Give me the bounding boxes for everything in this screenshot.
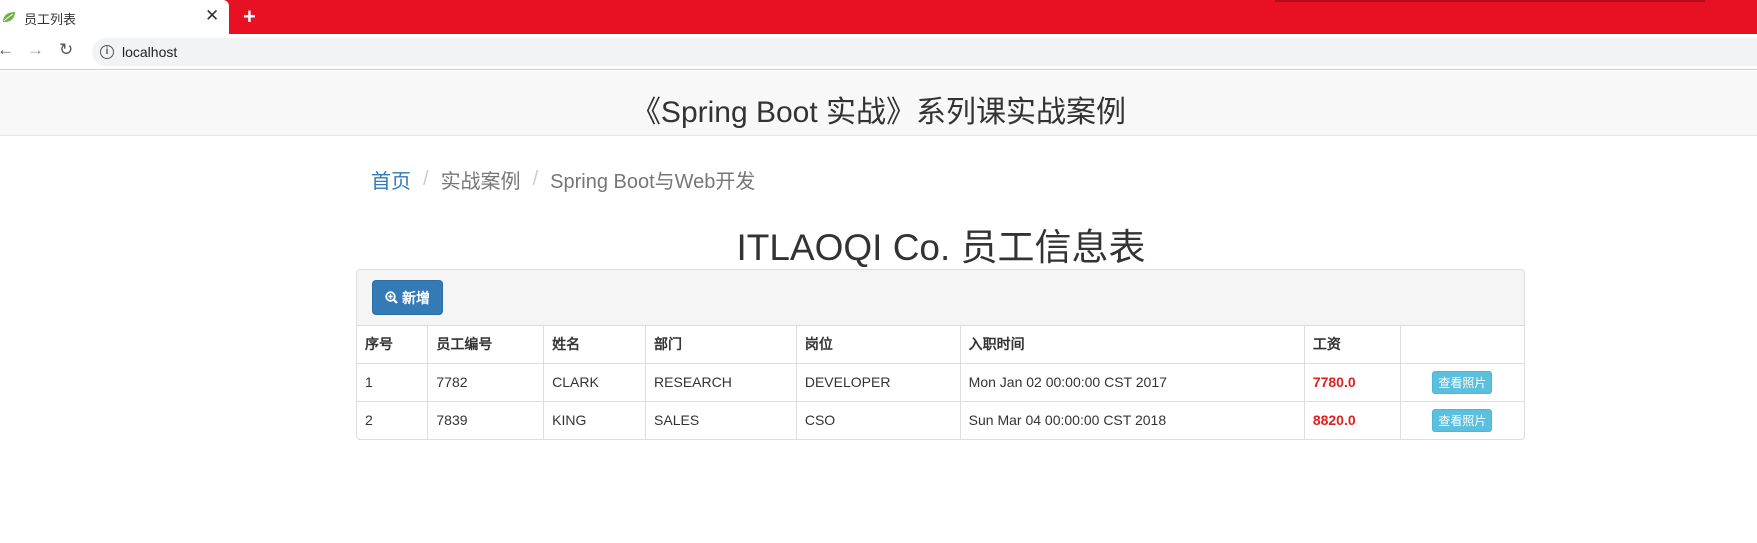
breadcrumb-cases: 实战案例 [440,171,521,193]
reload-icon[interactable]: ↻ [59,40,73,60]
column-header-job: 岗位 [796,326,961,364]
cell-hiredate: Mon Jan 02 00:00:00 CST 2017 [960,363,1305,402]
table-row: 2 7839 KING SALES CSO Sun Mar 04 00:00:0… [357,401,1524,439]
column-header-hiredate: 入职时间 [960,326,1305,364]
cell-index: 2 [357,401,429,439]
zoom-in-icon [385,291,398,304]
breadcrumb-home-link[interactable]: 首页 [371,165,411,194]
cell-job: DEVELOPER [796,363,961,402]
view-photo-button[interactable]: 查看照片 [1432,370,1493,394]
cell-job: CSO [796,401,961,439]
add-button-label: 新增 [402,289,430,306]
tabstrip-shadow [1275,0,1705,2]
column-header-salary: 工资 [1304,326,1401,364]
column-header-dept: 部门 [645,326,797,364]
breadcrumb-separator: / [423,168,429,190]
column-header-name: 姓名 [543,326,647,364]
column-header-index: 序号 [357,326,429,364]
column-header-empno: 员工编号 [427,326,545,364]
info-icon[interactable]: i [100,45,114,59]
cell-empno: 7839 [427,401,545,439]
spring-leaf-icon [3,12,15,22]
browser-toolbar: ← → ↻ i localhost [0,34,1757,70]
cell-empno: 7782 [427,363,545,402]
tab-title: 员工列表 [24,12,77,27]
address-bar[interactable]: i localhost [92,38,1757,66]
table-row: 1 7782 CLARK RESEARCH DEVELOPER Mon Jan … [357,363,1524,402]
panel-heading: 新增 [357,270,1524,326]
close-tab-icon[interactable]: ✕ [205,6,219,26]
browser-tab[interactable]: 员工列表 ✕ [0,0,229,34]
add-employee-button[interactable]: 新增 [372,280,443,315]
new-tab-button[interactable]: + [243,4,256,30]
column-header-actions [1400,326,1524,364]
view-photo-button[interactable]: 查看照片 [1432,408,1493,432]
cell-salary: 8820.0 [1304,401,1401,439]
employee-panel: 新增 序号 员工编号 姓名 部门 岗位 入职时间 工资 1 7782 CLARK… [356,269,1525,440]
browser-tabstrip: 员工列表 ✕ + [0,0,1757,34]
site-header: 《Spring Boot 实战》系列课实战案例 [0,71,1757,136]
cell-index: 1 [357,363,429,402]
cell-actions: 查看照片 [1400,401,1524,439]
page-title: ITLAOQI Co. 员工信息表 [736,227,1146,268]
url-text[interactable]: localhost [122,44,177,60]
cell-dept: SALES [645,401,797,439]
cell-salary: 7780.0 [1304,363,1401,402]
cell-name: CLARK [543,363,647,402]
back-arrow-icon[interactable]: ← [0,40,14,60]
cell-name: KING [543,401,647,439]
cell-dept: RESEARCH [645,363,797,402]
cell-actions: 查看照片 [1400,363,1524,402]
breadcrumb-current: Spring Boot与Web开发 [550,171,756,193]
forward-arrow-icon[interactable]: → [27,40,44,60]
cell-hiredate: Sun Mar 04 00:00:00 CST 2018 [960,401,1305,439]
site-title: 《Spring Boot 实战》系列课实战案例 [630,96,1127,129]
employee-table: 序号 员工编号 姓名 部门 岗位 入职时间 工资 1 7782 CLARK RE… [357,326,1524,439]
table-header-row: 序号 员工编号 姓名 部门 岗位 入职时间 工资 [357,326,1524,364]
breadcrumb-separator: / [532,168,539,190]
breadcrumb: 首页 / 实战案例 / Spring Boot与Web开发 [371,165,755,194]
